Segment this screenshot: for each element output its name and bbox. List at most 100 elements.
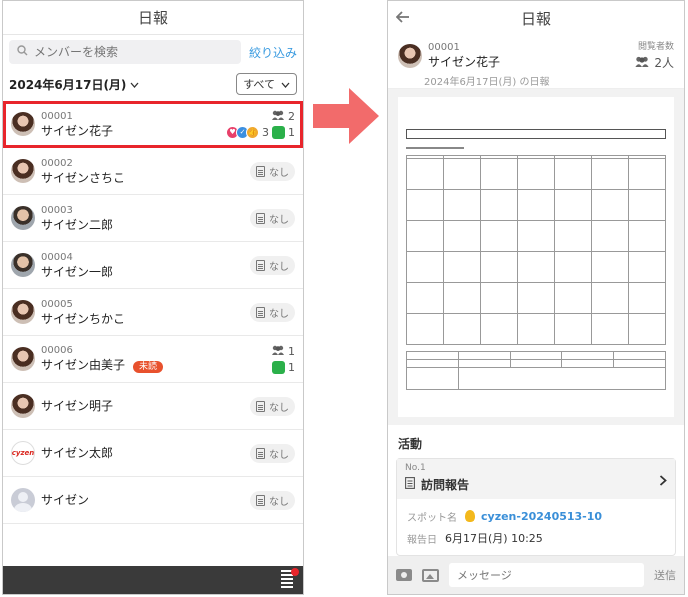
people-icon (634, 56, 650, 70)
activity-card[interactable]: No.1 訪問報告 スポット名 cyzen-20240513-10 報告日 6月… (396, 458, 676, 556)
member-list: 00001 サイゼン花子 2 ♥ ✓ 👍 3 1 00002 サイゼンさちこ な… (3, 101, 303, 524)
report-date-label: 2024年6月17日(月) の日報 (424, 77, 550, 88)
people-icon (271, 345, 285, 358)
notification-dot (291, 568, 299, 576)
member-name: サイゼン二郎 (41, 217, 114, 232)
no-report-label: なし (269, 449, 289, 461)
report-document-page (398, 97, 674, 417)
select-value: すべて (243, 78, 275, 91)
member-row[interactable]: 00001 サイゼン花子 2 ♥ ✓ 👍 3 1 (3, 101, 303, 148)
camera-icon[interactable] (396, 569, 412, 581)
comment-count: 1 (288, 360, 295, 374)
no-report-label: なし (269, 167, 289, 179)
view-count: 2 (271, 110, 295, 123)
date-selector[interactable]: 2024年6月17日(月) (9, 76, 139, 93)
search-row: 絞り込み (3, 37, 303, 67)
filter-link[interactable]: 絞り込み (249, 44, 297, 61)
send-button[interactable]: 送信 (654, 567, 676, 583)
member-row[interactable]: サイゼン なし (3, 477, 303, 524)
member-id: 00004 (41, 251, 73, 263)
view-count: 1 (271, 345, 295, 358)
chevron-down-icon (130, 77, 139, 91)
member-id: 00001 (41, 110, 73, 122)
avatar (11, 206, 35, 230)
user-name: サイゼン花子 (428, 55, 501, 69)
no-report-badge: なし (250, 208, 295, 228)
member-row[interactable]: 00002 サイゼンさちこ なし (3, 148, 303, 195)
member-name: サイゼン太郎 (41, 446, 114, 460)
document-icon (256, 447, 265, 459)
activity-title: 訪問報告 (421, 478, 470, 492)
message-input[interactable] (457, 568, 644, 582)
avatar (398, 43, 422, 68)
document-title-bar (406, 129, 666, 139)
cyzen-logo-avatar: cyzen (11, 441, 35, 465)
arrow-right-icon (313, 88, 379, 144)
member-id: 00002 (41, 157, 73, 169)
spot-link[interactable]: cyzen-20240513-10 (465, 510, 602, 523)
report-date-value: 6月17日(月) 10:25 (445, 532, 543, 545)
chevron-right-icon (659, 475, 667, 489)
no-report-badge: なし (250, 255, 295, 275)
cyzen-logo-text: cyzen (11, 449, 35, 457)
member-search-field[interactable] (9, 40, 241, 64)
comment-icon (272, 360, 285, 374)
member-status-select[interactable]: すべて (236, 73, 297, 95)
no-report-label: なし (269, 496, 289, 508)
report-date-field: 報告日 6月17日(月) 10:25 (407, 527, 665, 549)
member-row[interactable]: 00003 サイゼン二郎 なし (3, 195, 303, 242)
view-count-value: 2 (288, 109, 295, 123)
avatar (11, 253, 35, 277)
daily-report-detail-screen: 日報 00001 サイゼン花子 2024年6月17日(月) の日報 閲覧者数 2… (387, 0, 685, 595)
spot-pin-icon (465, 510, 475, 522)
document-icon (256, 494, 265, 506)
member-search-input[interactable] (34, 45, 184, 59)
document-icon (256, 212, 265, 224)
member-name: サイゼン由美子 未読 (41, 357, 164, 375)
member-name: サイゼン花子 (41, 123, 114, 138)
comment-icon (272, 125, 285, 139)
no-report-badge: なし (250, 302, 295, 322)
member-name-text: サイゼン由美子 (41, 357, 126, 372)
chevron-down-icon (281, 78, 290, 91)
member-name: サイゼン明子 (41, 399, 114, 413)
viewer-count-label: 閲覧者数 (637, 42, 674, 52)
no-report-badge: なし (250, 161, 295, 181)
avatar (11, 112, 35, 136)
document-icon (256, 400, 265, 412)
daily-report-list-screen: 日報 絞り込み 2024年6月17日(月) すべて 00 (2, 0, 304, 595)
no-report-label: なし (269, 261, 289, 273)
message-bar: 送信 (388, 556, 684, 594)
unread-badge: 未読 (133, 360, 164, 373)
image-icon[interactable] (422, 568, 439, 582)
document-icon (405, 477, 415, 492)
spot-name: cyzen-20240513-10 (481, 509, 603, 523)
member-row[interactable]: cyzen サイゼン太郎 なし (3, 430, 303, 477)
member-row[interactable]: 00006 サイゼン由美子 未読 1 1 (3, 336, 303, 383)
avatar (11, 300, 35, 324)
avatar (11, 347, 35, 371)
viewer-count[interactable]: 閲覧者数 2人 (634, 39, 674, 71)
back-arrow-icon[interactable] (395, 8, 410, 27)
no-report-label: なし (269, 214, 289, 226)
member-row[interactable]: 00005 サイゼンちかこ なし (3, 289, 303, 336)
report-document-preview[interactable] (388, 89, 684, 425)
document-icon (256, 165, 265, 177)
no-report-label: なし (269, 402, 289, 414)
member-id: 00006 (41, 344, 73, 356)
message-field[interactable] (449, 563, 644, 587)
user-id: 00001 (428, 42, 460, 53)
view-count-value: 1 (288, 344, 295, 358)
reaction-count: 3 (262, 125, 269, 139)
member-id: 00003 (41, 204, 73, 216)
no-report-badge: なし (250, 396, 295, 416)
reaction-icons: ♥ ✓ 👍 (226, 125, 259, 139)
date-row: 2024年6月17日(月) すべて (3, 67, 303, 101)
member-row[interactable]: 00004 サイゼン一郎 なし (3, 242, 303, 289)
document-date-cell (406, 147, 464, 149)
activity-number: No.1 (405, 463, 426, 473)
people-icon (271, 110, 285, 123)
member-name: サイゼンちかこ (41, 311, 126, 326)
no-report-badge: なし (250, 443, 295, 463)
member-row[interactable]: サイゼン明子 なし (3, 383, 303, 430)
